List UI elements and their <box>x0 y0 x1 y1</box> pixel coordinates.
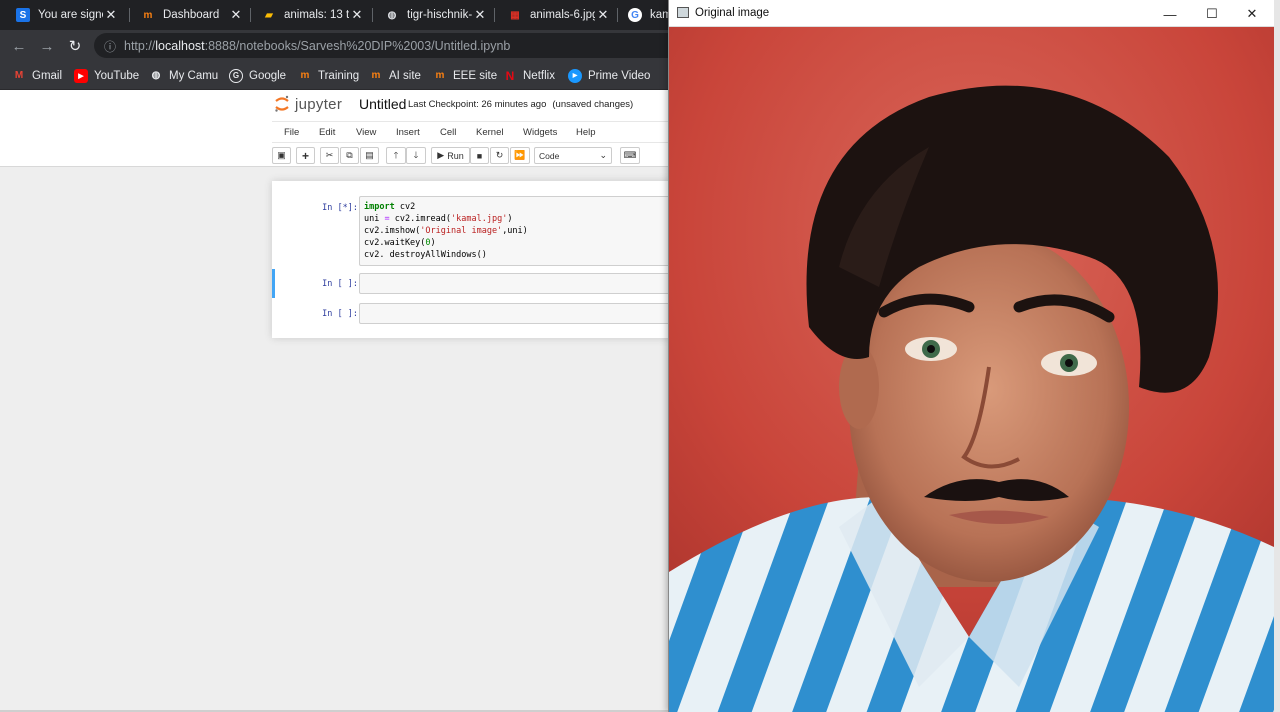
menu-widgets[interactable]: Widgets <box>523 127 557 138</box>
cell-type-select[interactable]: Code ⌄ <box>534 147 612 164</box>
selected-cell-indicator <box>272 269 275 298</box>
bookmark-my-camu[interactable]: ◍ My Camu <box>149 67 219 84</box>
reload-icon[interactable]: ↻ <box>64 35 86 57</box>
unsaved-changes-label: (unsaved changes) <box>552 99 634 110</box>
prime-video-icon: ▶ <box>568 68 582 83</box>
browser-tab[interactable]: ◍ tigr-hischnik-r ✕ <box>369 0 494 30</box>
portrait-photo <box>669 27 1274 712</box>
jupyter-logo[interactable]: jupyter <box>274 95 342 113</box>
code-cell[interactable]: In [*]: import cv2 uni = cv2.imread('kam… <box>284 196 679 266</box>
desktop-edge <box>1274 0 1280 712</box>
browser-tab[interactable]: S You are signed ✕ <box>0 0 125 30</box>
menu-insert[interactable]: Insert <box>396 127 420 138</box>
restart-icon[interactable]: ↻ <box>490 147 509 164</box>
tab-title: animals: 13 th <box>284 9 349 21</box>
jupyter-logo-icon <box>274 95 290 113</box>
tab-title: You are signed <box>38 9 103 21</box>
s-icon: S <box>16 8 30 22</box>
checkpoint-status: Last Checkpoint: 26 minutes ago (unsaved … <box>408 99 633 110</box>
notebook-title[interactable]: Untitled <box>359 96 406 112</box>
close-icon[interactable]: ✕ <box>595 7 611 23</box>
bookmark-google[interactable]: G Google <box>229 67 286 84</box>
tab-title: Dashboard <box>163 9 220 21</box>
close-icon[interactable]: ✕ <box>349 7 365 23</box>
moodle-icon: m <box>143 9 153 21</box>
move-up-icon[interactable]: 🡑 <box>386 147 406 164</box>
cell-prompt: In [ ]: <box>322 309 358 319</box>
menu-help[interactable]: Help <box>576 127 596 138</box>
menu-file[interactable]: File <box>284 127 299 138</box>
slides-icon: ▰ <box>265 9 273 21</box>
fast-forward-icon[interactable]: ⏩ <box>510 147 530 164</box>
jupyter-menubar: File Edit View Insert Cell Kernel Widget… <box>272 121 672 143</box>
bookmark-gmail[interactable]: M Gmail <box>12 67 62 84</box>
window-titlebar[interactable]: Original image — ☐ ✕ <box>669 0 1275 27</box>
tab-title: tigr-hischnik-r <box>407 9 472 21</box>
minimize-icon[interactable]: — <box>1155 4 1185 24</box>
browser-tab[interactable]: ▦ animals-6.jpg ✕ <box>492 0 617 30</box>
close-icon[interactable]: ✕ <box>228 7 244 23</box>
notebook-container: In [*]: import cv2 uni = cv2.imread('kam… <box>272 181 679 338</box>
play-icon: ▶ <box>437 150 445 160</box>
bookmark-youtube[interactable]: ▶ YouTube <box>74 67 139 84</box>
gmail-icon: M <box>14 70 24 81</box>
moodle-icon: m <box>371 70 381 81</box>
grid-icon: ▦ <box>510 9 520 21</box>
tab-title: animals-6.jpg <box>530 9 595 21</box>
code-editor[interactable] <box>359 273 679 294</box>
close-icon[interactable]: ✕ <box>103 7 119 23</box>
jupyter-toolbar: ▣ + ✂ ⧉ ▤ 🡑 🡓 ▶ Run ■ ↻ ⏩ Code ⌄ ⌨ <box>272 146 672 166</box>
info-icon[interactable]: ⓘ <box>104 38 118 54</box>
forward-arrow-icon[interactable]: → <box>36 35 58 57</box>
stop-icon[interactable]: ■ <box>470 147 489 164</box>
back-arrow-icon[interactable]: ← <box>8 35 30 57</box>
run-button[interactable]: ▶ Run <box>431 147 470 164</box>
checkpoint-text: Last Checkpoint: 26 minutes ago <box>408 99 547 110</box>
moodle-icon: m <box>300 70 310 81</box>
cell-prompt: In [ ]: <box>322 279 358 289</box>
close-icon[interactable]: ✕ <box>1237 4 1267 24</box>
menu-edit[interactable]: Edit <box>319 127 335 138</box>
cut-icon[interactable]: ✂ <box>320 147 339 164</box>
browser-tab[interactable]: ▰ animals: 13 th ✕ <box>246 0 371 30</box>
google-icon: G <box>628 8 642 22</box>
copy-icon[interactable]: ⧉ <box>340 147 359 164</box>
move-down-icon[interactable]: 🡓 <box>406 147 426 164</box>
bookmark-eee-site[interactable]: m EEE site <box>433 67 498 84</box>
code-cell[interactable]: In [ ]: <box>284 303 679 325</box>
menu-view[interactable]: View <box>356 127 376 138</box>
menu-cell[interactable]: Cell <box>440 127 456 138</box>
bookmark-prime-video[interactable]: ▶ Prime Video <box>568 67 650 84</box>
google-icon: G <box>229 68 243 83</box>
maximize-icon[interactable]: ☐ <box>1197 4 1227 24</box>
save-icon[interactable]: ▣ <box>272 147 291 164</box>
jupyter-wordmark: jupyter <box>295 95 343 113</box>
globe-icon: ◍ <box>151 70 161 81</box>
close-icon[interactable]: ✕ <box>472 7 488 23</box>
youtube-icon: ▶ <box>74 68 88 83</box>
keyboard-icon[interactable]: ⌨ <box>620 147 640 164</box>
menu-kernel[interactable]: Kernel <box>476 127 503 138</box>
moodle-icon: m <box>435 70 445 81</box>
paste-icon[interactable]: ▤ <box>360 147 379 164</box>
add-cell-icon[interactable]: + <box>296 147 315 164</box>
window-title: Original image <box>695 7 770 19</box>
netflix-icon: N <box>505 68 515 83</box>
globe-icon: ◍ <box>387 9 397 21</box>
url-text: http://localhost:8888/notebooks/Sarvesh%… <box>124 39 511 53</box>
code-cell[interactable]: In [ ]: <box>284 273 679 295</box>
chevron-down-icon: ⌄ <box>599 150 607 160</box>
browser-tab[interactable]: G kam <box>612 0 672 30</box>
address-bar[interactable]: ⓘ http://localhost:8888/notebooks/Sarves… <box>94 33 694 58</box>
cell-prompt: In [*]: <box>322 203 358 213</box>
code-editor[interactable]: import cv2 uni = cv2.imread('kamal.jpg')… <box>359 196 679 266</box>
bookmark-training[interactable]: m Training <box>298 67 360 84</box>
browser-tab[interactable]: m Dashboard ✕ <box>125 0 250 30</box>
bookmark-netflix[interactable]: N Netflix <box>503 67 555 84</box>
window-app-icon <box>677 7 689 18</box>
code-editor[interactable] <box>359 303 679 324</box>
opencv-image-window[interactable]: Original image — ☐ ✕ <box>668 0 1275 712</box>
bookmark-ai-site[interactable]: m AI site <box>369 67 421 84</box>
